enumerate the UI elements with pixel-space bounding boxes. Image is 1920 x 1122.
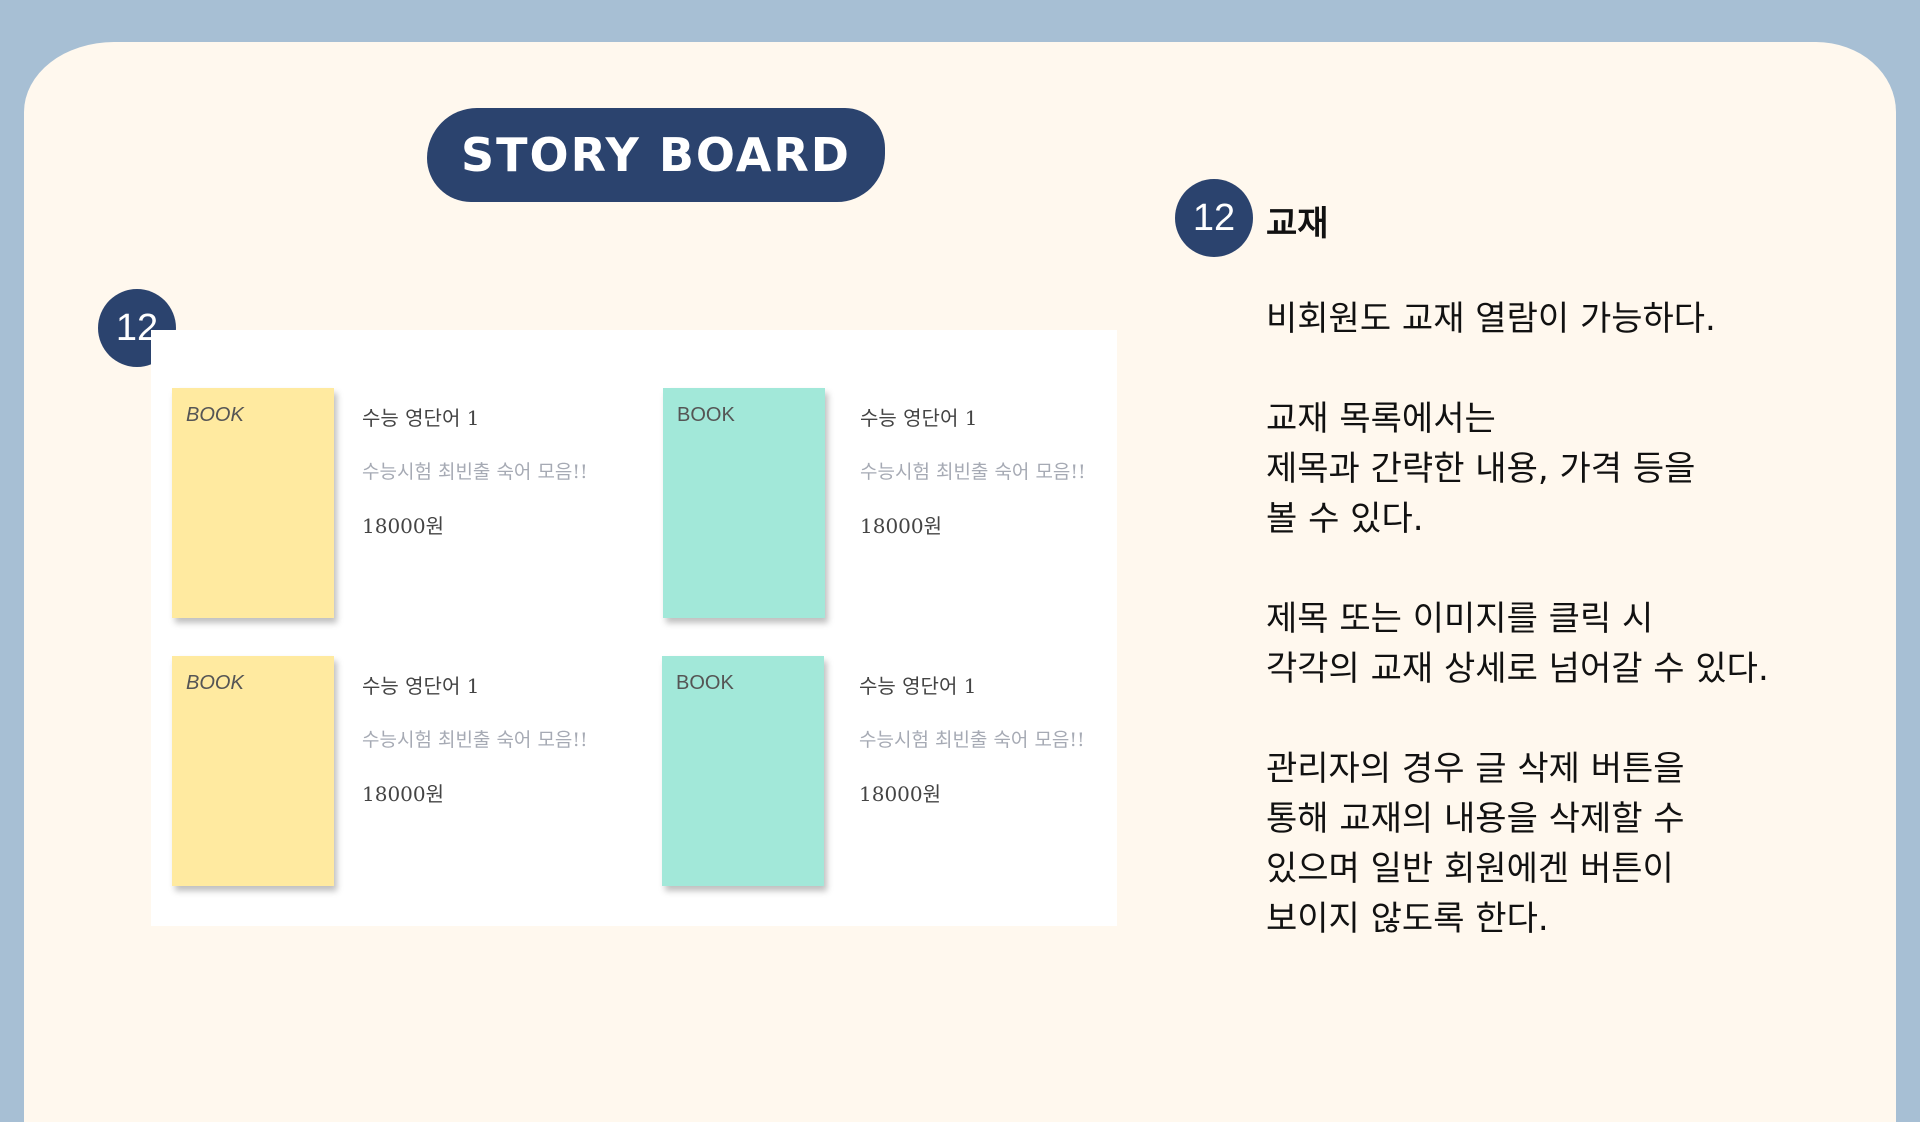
description-paragraph: 교재 목록에서는 제목과 간략한 내용, 가격 등을 볼 수 있다. xyxy=(1266,394,1826,544)
book-card[interactable]: BOOK 수능 영단어 1 수능시험 최빈출 숙어 모음!! 18000원 xyxy=(663,388,1123,623)
book-price: 18000원 xyxy=(860,514,943,538)
description-paragraph: 관리자의 경우 글 삭제 버튼을 통해 교재의 내용을 삭제할 수 있으며 일반… xyxy=(1266,744,1826,944)
description-line: 교재 목록에서는 xyxy=(1266,399,1496,439)
description-paragraph: 비회원도 교재 열람이 가능하다. xyxy=(1266,294,1826,344)
book-title-link[interactable]: 수능 영단어 1 xyxy=(859,670,1085,699)
description-line: 보이지 않도록 한다. xyxy=(1266,899,1549,939)
book-cover-label: BOOK xyxy=(677,404,735,426)
description-line: 있으며 일반 회원에겐 버튼이 xyxy=(1266,849,1674,889)
description-line: 제목 또는 이미지를 클릭 시 xyxy=(1266,599,1654,639)
description-line: 관리자의 경우 글 삭제 버튼을 xyxy=(1266,749,1685,789)
book-cover-label: BOOK xyxy=(186,672,244,694)
section-number-badge: 12 xyxy=(1175,179,1253,257)
book-title-link[interactable]: 수능 영단어 1 xyxy=(860,402,1086,431)
book-price: 18000원 xyxy=(362,782,445,806)
book-cover-label: BOOK xyxy=(186,404,244,426)
description-line: 볼 수 있다. xyxy=(1266,499,1424,539)
book-title-link[interactable]: 수능 영단어 1 xyxy=(362,402,588,431)
storyboard-title-banner: STORY BOARD xyxy=(427,108,885,202)
book-summary: 수능시험 최빈출 숙어 모음!! xyxy=(362,461,588,483)
book-price: 18000원 xyxy=(859,782,942,806)
book-cover-image[interactable]: BOOK xyxy=(172,388,334,618)
book-summary: 수능시험 최빈출 숙어 모음!! xyxy=(362,729,588,751)
description-paragraph: 제목 또는 이미지를 클릭 시 각각의 교재 상세로 넘어갈 수 있다. xyxy=(1266,594,1826,694)
description-line: 통해 교재의 내용을 삭제할 수 xyxy=(1266,799,1685,839)
book-price: 18000원 xyxy=(362,514,445,538)
book-card[interactable]: BOOK 수능 영단어 1 수능시험 최빈출 숙어 모음!! 18000원 xyxy=(172,656,632,891)
book-card[interactable]: BOOK 수능 영단어 1 수능시험 최빈출 숙어 모음!! 18000원 xyxy=(662,656,1122,891)
description-line: 제목과 간략한 내용, 가격 등을 xyxy=(1266,449,1696,489)
book-cover-image[interactable]: BOOK xyxy=(662,656,824,886)
book-title-link[interactable]: 수능 영단어 1 xyxy=(362,670,588,699)
book-cover-label: BOOK xyxy=(676,672,734,694)
book-summary: 수능시험 최빈출 숙어 모음!! xyxy=(860,461,1086,483)
description-line: 각각의 교재 상세로 넘어갈 수 있다. xyxy=(1266,649,1769,689)
book-cover-image[interactable]: BOOK xyxy=(663,388,825,618)
book-card[interactable]: BOOK 수능 영단어 1 수능시험 최빈출 숙어 모음!! 18000원 xyxy=(172,388,632,623)
book-cover-image[interactable]: BOOK xyxy=(172,656,334,886)
description-line: 비회원도 교재 열람이 가능하다. xyxy=(1266,299,1716,339)
section-title: 교재 xyxy=(1266,204,1329,244)
storyboard-title: STORY BOARD xyxy=(461,128,851,182)
book-list-mockup: BOOK 수능 영단어 1 수능시험 최빈출 숙어 모음!! 18000원 BO… xyxy=(151,330,1117,926)
description-text: 비회원도 교재 열람이 가능하다. 교재 목록에서는 제목과 간략한 내용, 가… xyxy=(1266,294,1826,944)
book-summary: 수능시험 최빈출 숙어 모음!! xyxy=(859,729,1085,751)
